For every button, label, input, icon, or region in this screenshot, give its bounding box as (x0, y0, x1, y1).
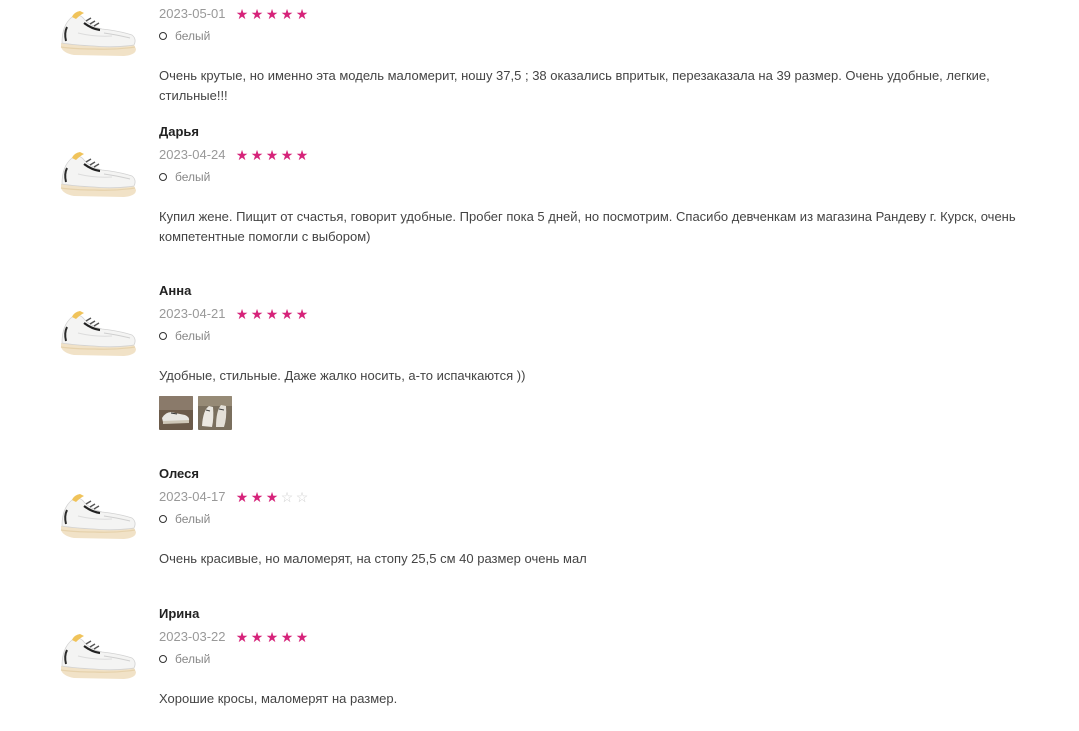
color-label: белый (175, 329, 211, 343)
star-icon: ★ (235, 147, 249, 163)
review-meta: 2023-04-17 ★ ★ ★ ☆ ☆ (159, 488, 1039, 506)
color-option: белый (159, 170, 1039, 184)
color-dot-icon (159, 173, 167, 181)
rating-stars: ★ ★ ★ ★ ★ (235, 307, 309, 321)
reviewer-name: Ирина (159, 606, 200, 621)
star-icon: ★ (265, 306, 279, 322)
color-option: белый (159, 329, 1039, 343)
star-icon: ★ (295, 6, 309, 22)
rating-stars: ★ ★ ★ ★ ★ (235, 7, 309, 21)
star-icon: ☆ (280, 489, 294, 505)
color-dot-icon (159, 332, 167, 340)
star-icon: ★ (235, 489, 249, 505)
reviewer-name: Дарья (159, 124, 200, 139)
review-photos (159, 396, 1039, 430)
star-icon: ★ (250, 147, 264, 163)
color-dot-icon (159, 515, 167, 523)
star-icon: ★ (250, 306, 264, 322)
product-thumbnail[interactable] (54, 144, 140, 206)
sneaker-image (60, 152, 136, 197)
review-date: 2023-04-24 (159, 147, 226, 162)
product-thumbnail[interactable] (54, 303, 140, 365)
star-icon: ★ (250, 489, 264, 505)
review-photo[interactable] (198, 396, 232, 430)
star-icon: ★ (295, 306, 309, 322)
sneaker-image (60, 311, 136, 356)
star-icon: ★ (280, 147, 294, 163)
rating-stars: ★ ★ ★ ☆ ☆ (235, 490, 309, 504)
star-icon: ★ (265, 6, 279, 22)
review-date: 2023-05-01 (159, 6, 226, 21)
star-icon: ★ (295, 147, 309, 163)
product-thumbnail[interactable] (54, 626, 140, 688)
review-photo[interactable] (159, 396, 193, 430)
sneaker-image (60, 11, 136, 56)
review-meta: 2023-03-22 ★ ★ ★ ★ ★ (159, 628, 1039, 646)
color-dot-icon (159, 32, 167, 40)
star-icon: ★ (235, 6, 249, 22)
review-text: Очень красивые, но маломерят, на стопу 2… (159, 551, 587, 566)
color-option: белый (159, 29, 1039, 43)
review-text: Удобные, стильные. Даже жалко носить, а-… (159, 368, 526, 383)
color-option: белый (159, 512, 1039, 526)
color-label: белый (175, 29, 211, 43)
reviewer-name: Анна (159, 283, 192, 298)
review-text: Очень крутые, но именно эта модель малом… (159, 68, 990, 103)
star-icon: ★ (250, 629, 264, 645)
star-icon: ★ (295, 629, 309, 645)
review-meta: 2023-04-21 ★ ★ ★ ★ ★ (159, 305, 1039, 323)
star-icon: ★ (250, 6, 264, 22)
sneaker-image (60, 634, 136, 679)
star-icon: ★ (280, 629, 294, 645)
reviewer-name: Олеся (159, 466, 199, 481)
rating-stars: ★ ★ ★ ★ ★ (235, 148, 309, 162)
star-icon: ★ (265, 629, 279, 645)
review-date: 2023-04-17 (159, 489, 226, 504)
review-meta: 2023-04-24 ★ ★ ★ ★ ★ (159, 146, 1039, 164)
review-date: 2023-03-22 (159, 629, 226, 644)
color-label: белый (175, 652, 211, 666)
review-text: Хорошие кросы, маломерят на размер. (159, 691, 398, 706)
review-meta: 2023-05-01 ★ ★ ★ ★ ★ (159, 5, 1039, 23)
star-icon: ★ (235, 306, 249, 322)
star-icon: ★ (280, 306, 294, 322)
color-label: белый (175, 170, 211, 184)
color-label: белый (175, 512, 211, 526)
product-thumbnail[interactable] (54, 3, 140, 65)
star-icon: ★ (265, 147, 279, 163)
color-option: белый (159, 652, 1039, 666)
color-dot-icon (159, 655, 167, 663)
rating-stars: ★ ★ ★ ★ ★ (235, 630, 309, 644)
sneaker-image (60, 494, 136, 539)
star-icon: ☆ (295, 489, 309, 505)
review-text: Купил жене. Пищит от счастья, говорит уд… (159, 209, 1016, 244)
product-thumbnail[interactable] (54, 486, 140, 548)
star-icon: ★ (235, 629, 249, 645)
star-icon: ★ (265, 489, 279, 505)
review-date: 2023-04-21 (159, 306, 226, 321)
star-icon: ★ (280, 6, 294, 22)
